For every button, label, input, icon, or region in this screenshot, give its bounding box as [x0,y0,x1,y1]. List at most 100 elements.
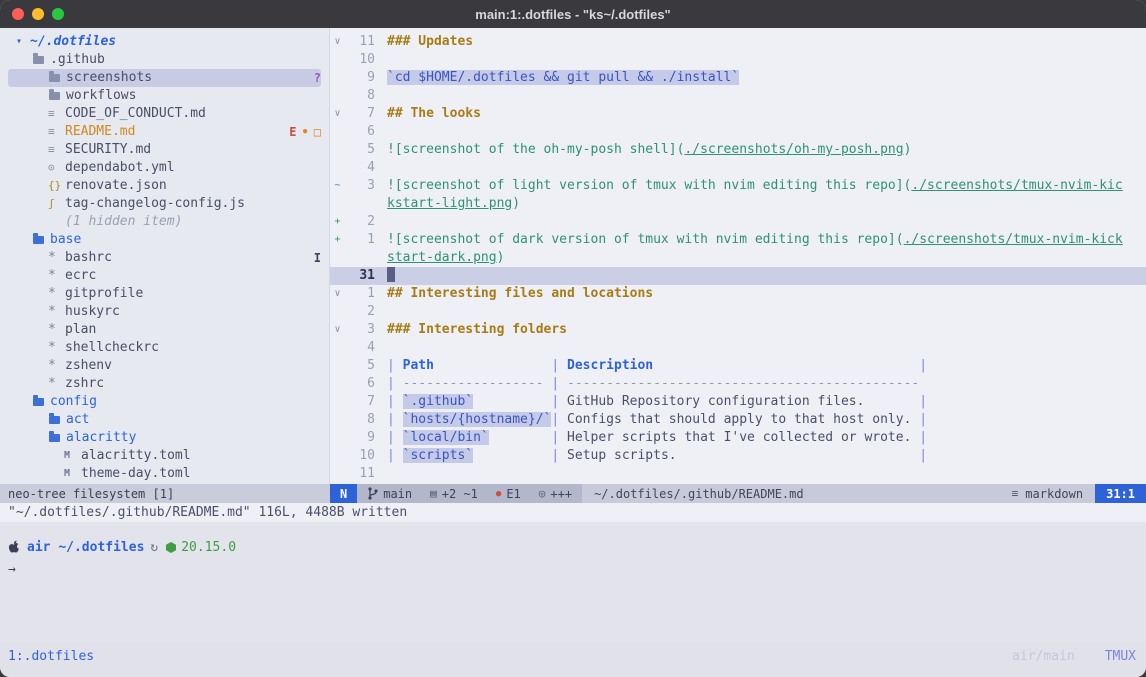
tree-item-1-hidden-item[interactable]: (1 hidden item) [8,213,321,231]
tree-item-label: screenshots [66,69,152,87]
tree-item-shellcheckrc[interactable]: *shellcheckrc [8,339,321,357]
editor-pane[interactable]: ∨11### Updates109`cd $HOME/.dotfiles && … [330,28,1146,484]
editor-line[interactable]: ~3![screenshot of light version of tmux … [330,177,1146,195]
text-segment [473,448,551,463]
tree-item-workflows[interactable]: workflows [8,87,321,105]
zoom-button[interactable] [52,8,64,20]
shell-icon: * [48,375,65,393]
gutter-sign-empty [330,429,345,447]
tree-item-dependabot-yml[interactable]: ⊙dependabot.yml [8,159,321,177]
tree-item-tag-changelog-config-js[interactable]: ʃtag-changelog-config.js [8,195,321,213]
tree-item-security-md[interactable]: ≡SECURITY.md [8,141,321,159]
statusline-file-path: ~/.dotfiles/.github/README.md [582,484,816,503]
editor-line[interactable]: start-dark.png) [330,249,1146,267]
tree-item-zshenv[interactable]: *zshenv [8,357,321,375]
shell-pane[interactable]: air ~/.dotfiles ↻ 20.15.0 → [0,522,1146,643]
tree-item-label: bashrc [65,249,112,267]
editor-line[interactable]: 4 [330,339,1146,357]
tree-item-theme-day-toml[interactable]: Mtheme-day.toml [8,465,321,483]
editor-line[interactable]: 10 [330,51,1146,69]
tree-item-zshrc[interactable]: *zshrc [8,375,321,393]
minimize-button[interactable] [32,8,44,20]
shell-icon: * [48,321,65,339]
tree-item-base[interactable]: base [8,231,321,249]
status-badge: ? [314,69,321,87]
line-text [375,213,387,231]
editor-line[interactable]: 6| ------------------ | ----------------… [330,375,1146,393]
tree-item-gitprofile[interactable]: *gitprofile [8,285,321,303]
statusline-fill [816,484,1000,503]
tree-item-label: ~/.dotfiles [30,33,116,51]
editor-line[interactable]: 4 [330,159,1146,177]
text-segment: ### Updates [387,34,473,49]
tree-item-bashrc[interactable]: *bashrcI [8,249,321,267]
text-segment: ![screenshot of the oh-my-posh shell]( [387,142,684,157]
tree-item-alacritty-toml[interactable]: Malacritty.toml [8,447,321,465]
dependabot-icon: ⊙ [48,159,65,177]
tree-item-act[interactable]: act [8,411,321,429]
tree-item-github[interactable]: .github [8,51,321,69]
line-number: 4 [345,159,375,177]
tree-item-readme-md[interactable]: ≡README.mdE•□ [8,123,321,141]
terminal-window: main:1:.dotfiles - "ks~/.dotfiles" ▾~/.d… [0,0,1146,677]
tree-item-screenshots[interactable]: screenshots? [8,69,321,87]
text-segment: | [387,412,395,427]
editor-line[interactable]: 5![screenshot of the oh-my-posh shell](.… [330,141,1146,159]
tree-item-plan[interactable]: *plan [8,321,321,339]
tree-item-alacritty[interactable]: alacritty [8,429,321,447]
editor-line[interactable]: ∨3### Interesting folders [330,321,1146,339]
tree-item-code-of-conduct-md[interactable]: ≡CODE_OF_CONDUCT.md [8,105,321,123]
editor-line[interactable]: 5| Path | Description | [330,357,1146,375]
folder-icon [49,74,60,82]
editor-line[interactable]: 9| `local/bin` | Helper scripts that I'v… [330,429,1146,447]
tree-item-renovate-json[interactable]: {}renovate.json [8,177,321,195]
editor-line[interactable]: 9`cd $HOME/.dotfiles && git pull && ./in… [330,69,1146,87]
status-badge: E [289,123,296,141]
editor-line[interactable]: 7| `.github` | GitHub Repository configu… [330,393,1146,411]
editor-line[interactable]: ∨7## The looks [330,105,1146,123]
editor-line[interactable]: 11 [330,465,1146,483]
diagnostic-count: E1 [506,487,520,501]
editor-line[interactable]: ∨1## Interesting files and locations [330,285,1146,303]
line-text: ### Interesting folders [375,321,567,339]
editor-line[interactable]: 31 [330,267,1146,285]
line-text: | `.github` | GitHub Repository configur… [375,393,927,411]
tree-item-ecrc[interactable]: *ecrc [8,267,321,285]
editor-line[interactable]: 6 [330,123,1146,141]
line-text: | `scripts` | Setup scripts. | [375,447,927,465]
tree-item-huskyrc[interactable]: *huskyrc [8,303,321,321]
editor-line[interactable]: kstart-light.png) [330,195,1146,213]
editor-line[interactable]: 8 [330,87,1146,105]
line-text [375,123,387,141]
tree-item-dotfiles[interactable]: ▾~/.dotfiles [8,33,321,51]
line-text [375,51,387,69]
line-text: | ------------------ | -----------------… [375,375,919,393]
shell-prompt: air ~/.dotfiles ↻ 20.15.0 [8,536,1138,558]
editor-line[interactable]: 8| `hosts/{hostname}/`| Configs that sho… [330,411,1146,429]
tree-item-label: alacritty [66,429,136,447]
line-text: ![screenshot of the oh-my-posh shell](./… [375,141,911,159]
line-text [375,303,387,321]
extra-indicator: +++ [550,487,572,501]
editor-line[interactable]: 10| `scripts` | Setup scripts. | [330,447,1146,465]
tree-item-config[interactable]: config [8,393,321,411]
tree-item-label: (1 hidden item) [65,213,182,231]
editor-line[interactable]: 2 [330,303,1146,321]
text-segment: | [919,448,927,463]
tmux-window-item[interactable]: 1:.dotfiles [8,649,94,664]
text-segment: `scripts` [403,448,473,463]
line-text [375,159,387,177]
line-number: 1 [345,285,375,303]
editor-line[interactable]: ∨11### Updates [330,33,1146,51]
statusline: N main ▤ +2 ~1 ● E1 [330,484,1146,503]
window-controls [12,8,64,20]
line-text [375,267,395,285]
editor-line[interactable]: +2 [330,213,1146,231]
sync-icon: ↻ [150,540,158,555]
text-segment: | [387,394,395,409]
close-button[interactable] [12,8,24,20]
editor-line[interactable]: +1![screenshot of dark version of tmux w… [330,231,1146,249]
line-text: ## The looks [375,105,481,123]
line-number: 3 [345,321,375,339]
branch-name: main [383,487,412,501]
